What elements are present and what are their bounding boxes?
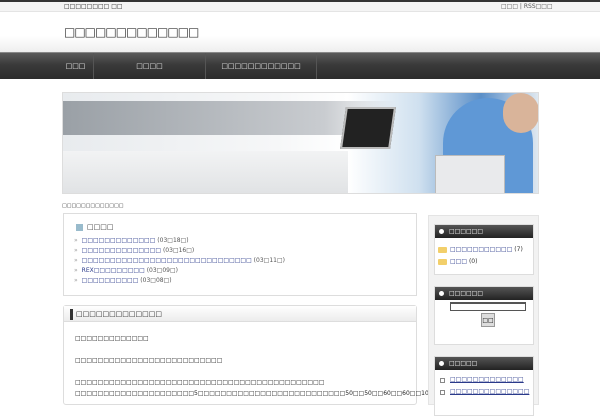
- sidebar: □□□□□□ □□□□□□□□□□□ (7) □□□ (0) □□□□□□ □□…: [428, 215, 539, 416]
- recent-posts-title: □□□□: [87, 223, 114, 231]
- breadcrumb: □□□□□□□□□□□□□: [62, 203, 124, 209]
- nav-item-2[interactable]: □□□□: [94, 53, 206, 79]
- list-item[interactable]: » REX□□□□□□□□□ (03□09□): [74, 266, 285, 276]
- list-item[interactable]: » □□□□□□□□□□ (03□08□): [74, 276, 285, 286]
- sidebar-link[interactable]: □□□□□□□□□□□□□□: [435, 386, 533, 398]
- list-item[interactable]: » □□□□□□□□□□□□□□□□□□□□□□□□□□□□□□ (03□11□): [74, 256, 285, 266]
- header: □□□□□□□□□□□□□: [0, 12, 600, 52]
- recent-posts-box: □□□□ » □□□□□□□□□□□□□ (03□18□) » □□□□□□□□□□…: [63, 213, 417, 296]
- links-widget: □□□□□ □□□□□□□□□□□□□ □□□□□□□□□□□□□□: [434, 356, 534, 416]
- post-paragraph: □□□□□□□□□□□□□□□□□□□□□□□□□□: [75, 357, 223, 364]
- post-paragraph: □□□□□□□□□□□□□□□□□□□□□□□□□□□□□□□□□□□□□□□□…: [75, 379, 325, 386]
- links-title: □□□□□: [435, 357, 533, 370]
- search-input[interactable]: [450, 302, 526, 311]
- post-paragraph: □□□□□□□□□□□□□: [75, 335, 149, 342]
- nav-item-home[interactable]: □□□: [58, 53, 94, 79]
- categories-title: □□□□□□: [435, 225, 533, 238]
- header-banner-image: [62, 92, 539, 194]
- list-item[interactable]: » □□□□□□□□□□□□□□ (03□16□): [74, 246, 285, 256]
- sidebar-link[interactable]: □□□□□□□□□□□□□: [435, 374, 533, 386]
- nav-item-3[interactable]: □□□□□□□□□□□□: [206, 53, 317, 79]
- top-links[interactable]: □□□ | RSS□□□: [501, 3, 553, 10]
- category-item[interactable]: □□□ (0): [435, 256, 533, 268]
- folder-icon: [438, 247, 447, 253]
- tagline: □□□□□□□□ □□: [64, 3, 123, 10]
- search-widget: □□□□□□ □□: [434, 286, 534, 345]
- post-title[interactable]: □□□□□□□□□□□□□: [76, 310, 162, 318]
- category-item[interactable]: □□□□□□□□□□□ (7): [435, 244, 533, 256]
- list-item[interactable]: » □□□□□□□□□□□□□ (03□18□): [74, 236, 285, 246]
- folder-icon: [438, 259, 447, 265]
- main-nav: □□□ □□□□ □□□□□□□□□□□□: [0, 52, 600, 79]
- search-title: □□□□□□: [435, 287, 533, 300]
- search-button[interactable]: □□: [481, 313, 495, 327]
- post-box: □□□□□□□□□□□□□ □□□□□□□□□□□□□ □□□□□□□□□□□□…: [63, 305, 489, 405]
- pages-icon: [76, 223, 83, 231]
- categories-widget: □□□□□□ □□□□□□□□□□□ (7) □□□ (0): [434, 224, 534, 275]
- top-bar: □□□□□□□□ □□ □□□ | RSS□□□: [0, 2, 600, 12]
- site-title[interactable]: □□□□□□□□□□□□□: [64, 25, 199, 39]
